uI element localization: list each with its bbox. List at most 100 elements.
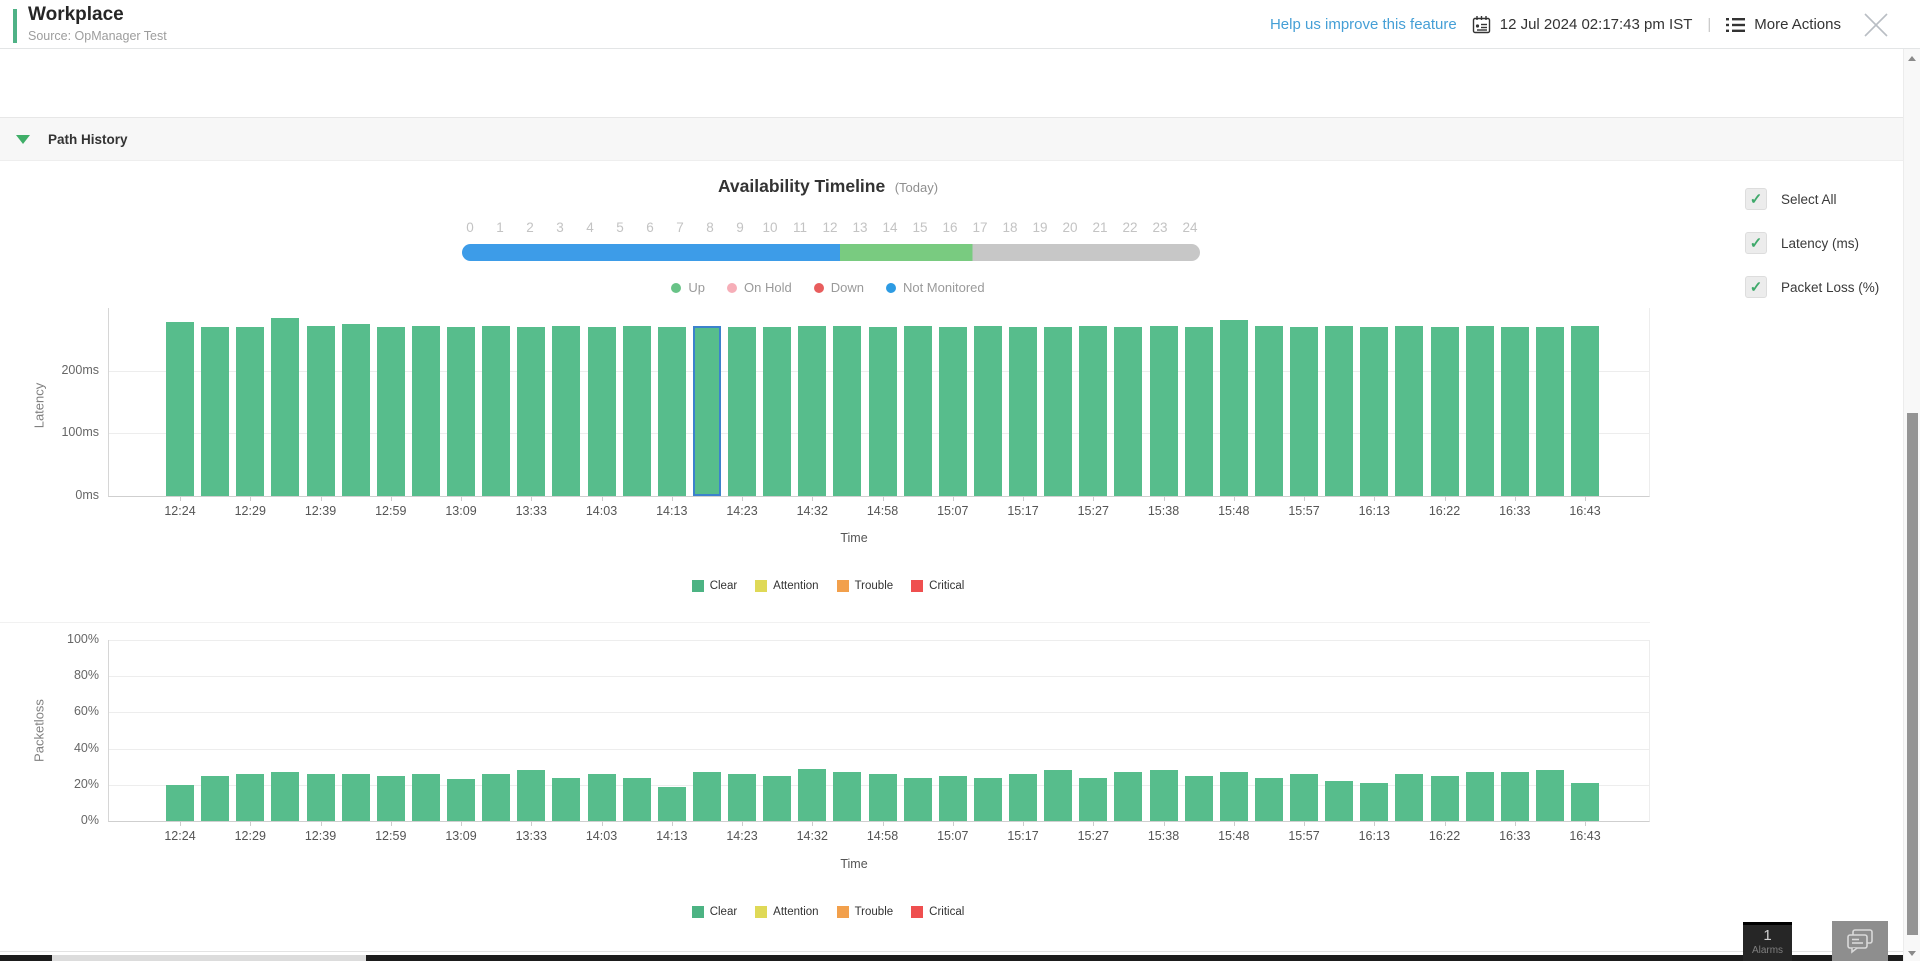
more-actions-button[interactable]: More Actions — [1726, 16, 1841, 33]
latency-bar[interactable] — [482, 326, 510, 496]
latency-checkbox[interactable]: ✓ — [1745, 232, 1767, 254]
latency-bar[interactable] — [728, 327, 756, 496]
packetloss-bar[interactable] — [833, 772, 861, 821]
packetloss-bar[interactable] — [517, 770, 545, 821]
packetloss-bar[interactable] — [482, 774, 510, 821]
packetloss-bar[interactable] — [1536, 770, 1564, 821]
legend-item-attention[interactable]: Attention — [755, 906, 818, 918]
latency-bar[interactable] — [974, 326, 1002, 496]
packetloss-bar[interactable] — [1395, 774, 1423, 821]
packetloss-bar[interactable] — [236, 774, 264, 821]
horizontal-scrollbar-thumb[interactable] — [52, 955, 366, 961]
packetloss-bar[interactable] — [588, 774, 616, 821]
latency-bar[interactable] — [1466, 326, 1494, 496]
packetloss-bar[interactable] — [1325, 781, 1353, 821]
latency-bar[interactable] — [412, 326, 440, 496]
latency-bar[interactable] — [1290, 327, 1318, 496]
select-all-checkbox-row[interactable]: ✓ Select All — [1745, 184, 1879, 214]
latency-bar[interactable] — [271, 318, 299, 496]
packetloss-bar[interactable] — [1009, 774, 1037, 821]
vertical-scrollbar[interactable] — [1903, 49, 1920, 961]
packetloss-bar[interactable] — [1150, 770, 1178, 821]
packetloss-bar[interactable] — [1114, 772, 1142, 821]
packetloss-bar[interactable] — [728, 774, 756, 821]
packetloss-bar[interactable] — [1290, 774, 1318, 821]
latency-bar[interactable] — [377, 327, 405, 496]
latency-bar[interactable] — [904, 326, 932, 496]
latency-bar[interactable] — [517, 327, 545, 496]
packetloss-bar[interactable] — [1044, 770, 1072, 821]
packetloss-bar[interactable] — [1360, 783, 1388, 821]
chat-button[interactable] — [1832, 921, 1888, 961]
close-button[interactable] — [1862, 11, 1890, 39]
scroll-up-arrow-icon[interactable] — [1908, 56, 1916, 61]
latency-bar[interactable] — [552, 326, 580, 496]
collapse-triangle-icon[interactable] — [16, 135, 30, 144]
latency-bar[interactable] — [693, 326, 721, 496]
legend-item-critical[interactable]: Critical — [911, 580, 964, 592]
latency-bar[interactable] — [342, 324, 370, 496]
packetloss-bar[interactable] — [342, 774, 370, 821]
latency-bar[interactable] — [1431, 327, 1459, 496]
packetloss-bar[interactable] — [1466, 772, 1494, 821]
packetloss-bar[interactable] — [1220, 772, 1248, 821]
legend-item-attention[interactable]: Attention — [755, 580, 818, 592]
legend-item-trouble[interactable]: Trouble — [837, 906, 894, 918]
latency-bar[interactable] — [447, 327, 475, 496]
latency-bar[interactable] — [798, 326, 826, 496]
alarms-badge[interactable]: 1 Alarms — [1743, 922, 1792, 961]
packetloss-bar[interactable] — [1079, 778, 1107, 821]
packet-loss-checkbox[interactable]: ✓ — [1745, 276, 1767, 298]
latency-bar[interactable] — [763, 327, 791, 496]
packetloss-bar[interactable] — [271, 772, 299, 821]
latency-bar[interactable] — [1220, 320, 1248, 496]
packetloss-bar[interactable] — [201, 776, 229, 821]
latency-bar[interactable] — [588, 327, 616, 496]
packetloss-bar[interactable] — [552, 778, 580, 821]
latency-bar[interactable] — [1079, 326, 1107, 496]
latency-bar[interactable] — [1325, 326, 1353, 496]
packetloss-bar[interactable] — [166, 785, 194, 821]
packetloss-bar[interactable] — [1501, 772, 1529, 821]
packetloss-bar[interactable] — [974, 778, 1002, 821]
packetloss-bar[interactable] — [623, 778, 651, 821]
packetloss-bar[interactable] — [869, 774, 897, 821]
packetloss-bar[interactable] — [1431, 776, 1459, 821]
latency-bar[interactable] — [869, 327, 897, 496]
latency-bar[interactable] — [201, 327, 229, 496]
latency-bar[interactable] — [1044, 327, 1072, 496]
latency-bar[interactable] — [1501, 327, 1529, 496]
select-all-checkbox[interactable]: ✓ — [1745, 188, 1767, 210]
legend-item-clear[interactable]: Clear — [692, 580, 737, 592]
legend-item-clear[interactable]: Clear — [692, 906, 737, 918]
latency-bar[interactable] — [658, 327, 686, 496]
latency-bar[interactable] — [1009, 327, 1037, 496]
latency-bar[interactable] — [1571, 326, 1599, 496]
latency-bar[interactable] — [939, 327, 967, 496]
packetloss-bar[interactable] — [798, 769, 826, 821]
scroll-down-arrow-icon[interactable] — [1908, 951, 1916, 956]
vertical-scrollbar-thumb[interactable] — [1907, 413, 1918, 935]
latency-bar[interactable] — [307, 326, 335, 496]
latency-bar[interactable] — [166, 322, 194, 496]
packetloss-bar[interactable] — [904, 778, 932, 821]
packet-loss-checkbox-row[interactable]: ✓ Packet Loss (%) — [1745, 272, 1879, 302]
legend-item-trouble[interactable]: Trouble — [837, 580, 894, 592]
packetloss-bar[interactable] — [939, 776, 967, 821]
packetloss-bar[interactable] — [447, 779, 475, 821]
latency-bar[interactable] — [623, 326, 651, 496]
path-history-section-header[interactable]: Path History — [0, 117, 1920, 161]
packetloss-bar[interactable] — [763, 776, 791, 821]
latency-bar[interactable] — [1150, 326, 1178, 496]
packetloss-bar[interactable] — [1185, 776, 1213, 821]
latency-bar[interactable] — [1114, 327, 1142, 496]
packetloss-bar[interactable] — [693, 772, 721, 821]
packetloss-bar[interactable] — [1255, 778, 1283, 821]
latency-bar[interactable] — [1255, 326, 1283, 496]
packetloss-bar[interactable] — [307, 774, 335, 821]
availability-timeline-bar[interactable] — [462, 244, 1200, 261]
latency-bar[interactable] — [236, 327, 264, 496]
latency-bar[interactable] — [833, 326, 861, 496]
latency-bar[interactable] — [1536, 327, 1564, 496]
packetloss-bar[interactable] — [377, 776, 405, 821]
